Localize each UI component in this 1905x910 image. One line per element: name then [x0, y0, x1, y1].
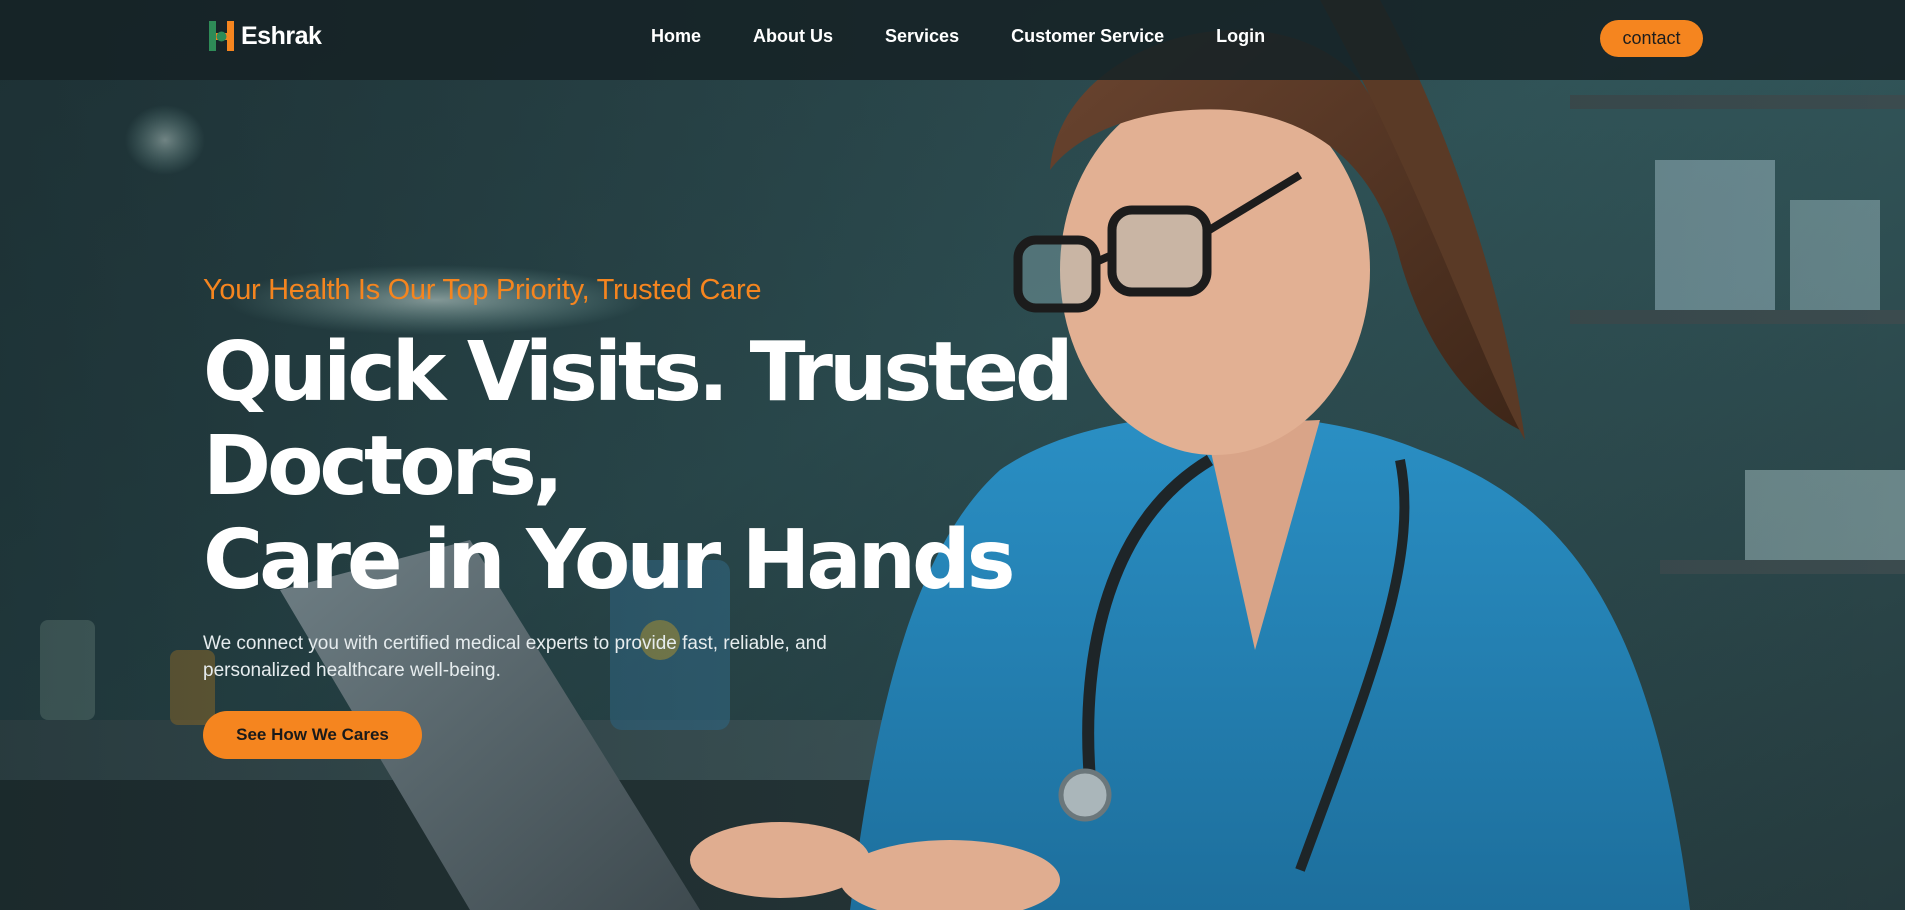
see-how-we-cares-button[interactable]: See How We Cares	[203, 711, 422, 759]
hero-description-line-1: We connect you with certified medical ex…	[203, 633, 827, 654]
eshrak-logo-icon	[209, 21, 234, 51]
brand-logo-link[interactable]: Eshrak	[209, 18, 322, 54]
nav-customer-service[interactable]: Customer Service	[1011, 26, 1164, 47]
nav-services[interactable]: Services	[885, 26, 959, 47]
hero-description: We connect you with certified medical ex…	[203, 630, 883, 684]
hero-headline-line-1: Quick Visits. Trusted Doctors,	[203, 325, 1074, 514]
top-navbar: Eshrak Home About Us Services Customer S…	[0, 0, 1905, 80]
hero-section: Your Health Is Our Top Priority, Trusted…	[203, 272, 1203, 759]
main-nav: Home About Us Services Customer Service …	[651, 26, 1265, 47]
hero-description-line-2: personalized healthcare well-being.	[203, 660, 501, 681]
hero-tagline: Your Health Is Our Top Priority, Trusted…	[203, 274, 762, 306]
brand-name: Eshrak	[241, 21, 322, 50]
hero-headline: Quick Visits. Trusted Doctors, Care in Y…	[203, 326, 1203, 608]
nav-home[interactable]: Home	[651, 26, 701, 47]
nav-about-us[interactable]: About Us	[753, 26, 833, 47]
hero-headline-line-2: Care in Your Hands	[203, 513, 1016, 608]
nav-login[interactable]: Login	[1216, 26, 1265, 47]
contact-button[interactable]: contact	[1600, 20, 1703, 57]
